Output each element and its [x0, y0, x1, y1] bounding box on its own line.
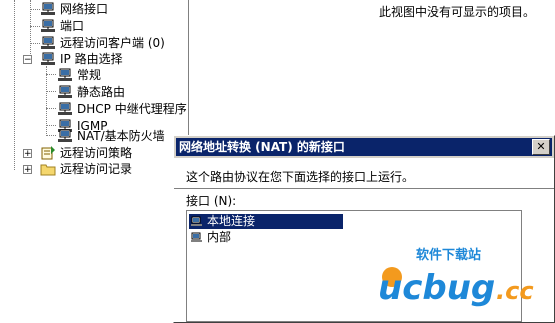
tree-connector: [30, 43, 40, 44]
close-icon: ✕: [536, 140, 546, 153]
tree-connector: [30, 9, 40, 10]
dialog-title: 网络地址转换 (NAT) 的新接口: [179, 140, 345, 154]
interface-label: 接口 (N):: [186, 194, 237, 208]
tree-item-label: DHCP 中继代理程序: [77, 102, 187, 116]
folder-icon: [40, 164, 56, 176]
list-item-label: 本地连接: [207, 214, 256, 228]
policy-icon: [41, 146, 55, 160]
tree-item-label: 远程访问记录: [60, 162, 133, 176]
routing-icon: [41, 52, 55, 65]
tree-item-label: 网络接口: [60, 2, 109, 16]
tree-connector: [30, 26, 40, 27]
divider: [174, 188, 554, 190]
tree-connector: [46, 125, 56, 126]
list-item-local-connection[interactable]: 本地连接: [189, 214, 343, 229]
tree-connector: [14, 0, 15, 170]
list-item-label: 内部: [207, 230, 232, 244]
ports-icon: [41, 19, 55, 32]
nat-firewall-icon: [58, 129, 72, 142]
dialog-titlebar[interactable]: 网络地址转换 (NAT) 的新接口 ✕: [176, 138, 552, 156]
tree-item-label: 端口: [60, 19, 85, 33]
general-icon: [58, 68, 72, 81]
watermark-brand: ucbug: [378, 268, 495, 307]
tree-connector: [46, 74, 56, 75]
network-connection-icon: [191, 216, 202, 226]
tree-item-label: NAT/基本防火墙: [77, 129, 165, 143]
expand-expander[interactable]: +: [23, 149, 32, 159]
collapse-expander[interactable]: −: [23, 55, 32, 65]
list-item-internal[interactable]: 内部: [189, 230, 231, 245]
tree-connector: [46, 108, 56, 109]
dialog-instruction: 这个路由协议在您下面选择的接口上运行。: [186, 170, 415, 184]
empty-view-message: 此视图中没有可显示的项目。: [378, 5, 535, 19]
network-interface-icon: [41, 2, 55, 15]
watermark-suffix: .cc: [496, 277, 534, 305]
tree-connector: [46, 91, 56, 92]
watermark-tagline: 软件下载站: [416, 247, 481, 263]
ucbug-watermark-logo: 软件下载站 ucbug .cc: [378, 247, 550, 310]
expand-expander[interactable]: +: [23, 165, 32, 175]
dhcp-relay-icon: [58, 102, 72, 115]
tree-connector: [46, 135, 56, 136]
ucbug-logo-icon: 软件下载站 ucbug .cc: [378, 247, 534, 308]
tree-item-label: 常规: [77, 68, 102, 82]
remote-clients-icon: [41, 36, 55, 49]
tree-pane: 网络接口 端口 远程访问客户端 (0) − IP 路由选择 常规 静态路由 DH…: [0, 0, 189, 323]
close-button[interactable]: ✕: [532, 139, 550, 155]
static-routes-icon: [58, 85, 72, 98]
tree-item-label: 静态路由: [77, 85, 126, 99]
network-connection-icon: [191, 232, 202, 242]
